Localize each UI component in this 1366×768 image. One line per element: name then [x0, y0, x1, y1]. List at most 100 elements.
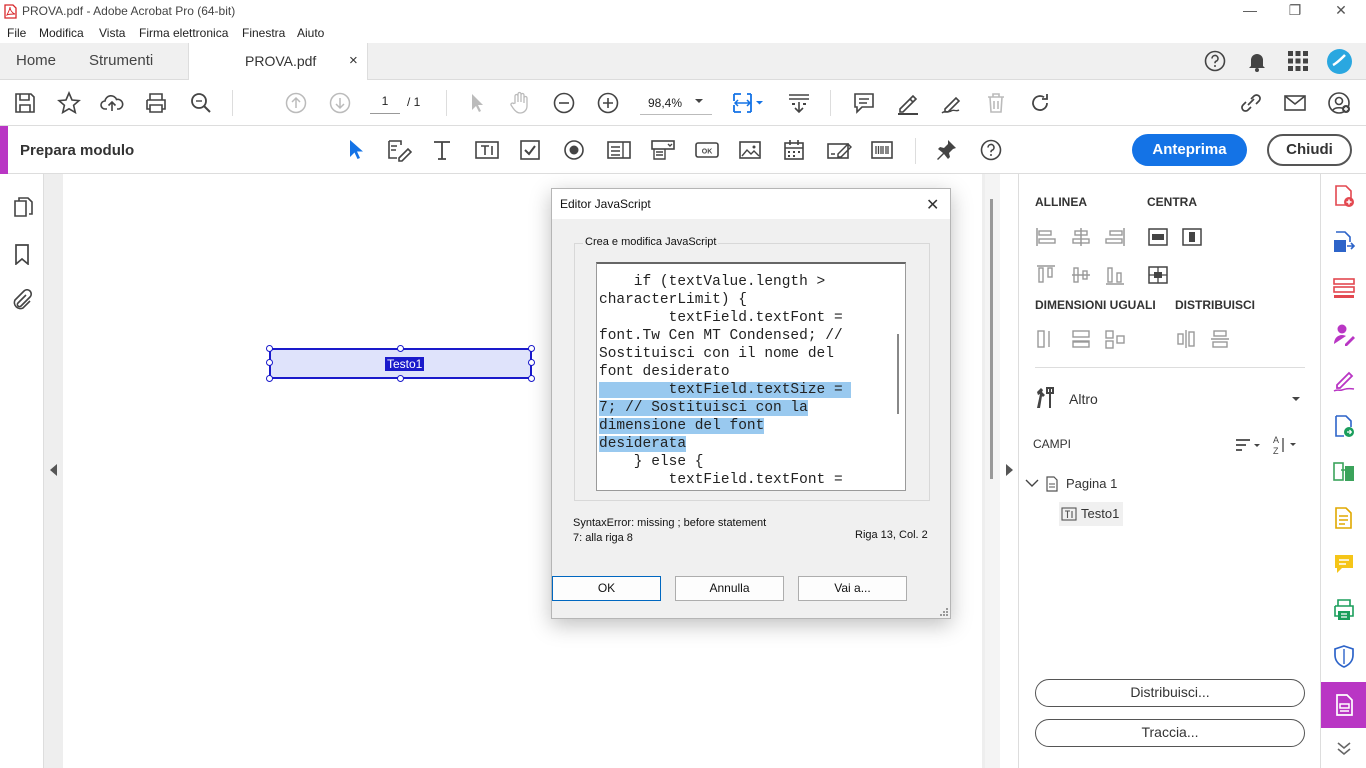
vertical-scrollbar[interactable]	[985, 174, 1000, 768]
center-both-icon[interactable]	[1147, 264, 1169, 286]
match-width-icon[interactable]	[1070, 328, 1092, 350]
menu-view[interactable]: Vista	[99, 26, 125, 40]
comment-icon[interactable]	[852, 91, 876, 115]
ok-button[interactable]: OK	[552, 576, 661, 601]
edit-form-icon[interactable]	[386, 138, 412, 162]
sort-alpha-icon[interactable]: AZ	[1273, 434, 1299, 456]
print-production-icon[interactable]	[1332, 598, 1356, 622]
select-arrow-icon[interactable]	[465, 91, 489, 115]
page-thumbnails-icon[interactable]	[12, 196, 34, 218]
distribute-form-button[interactable]: Distribuisci...	[1035, 679, 1305, 707]
align-center-h-icon[interactable]	[1070, 226, 1092, 248]
dialog-close-icon[interactable]: ✕	[926, 195, 939, 215]
page-number-input[interactable]: 1	[370, 94, 400, 114]
fill-sign-icon[interactable]	[1332, 368, 1356, 392]
cancel-button[interactable]: Annulla	[675, 576, 784, 601]
fit-page-icon[interactable]	[731, 91, 763, 115]
next-page-icon[interactable]	[328, 91, 352, 115]
close-form-button[interactable]: Chiudi	[1267, 134, 1352, 166]
apps-grid-icon[interactable]	[1288, 51, 1308, 71]
match-both-icon[interactable]	[1104, 328, 1126, 350]
save-icon[interactable]	[13, 91, 37, 115]
date-field-icon[interactable]	[782, 138, 806, 162]
scroll-mode-icon[interactable]	[787, 91, 811, 115]
signature-field-icon[interactable]	[826, 138, 852, 162]
form-help-icon[interactable]	[979, 138, 1003, 162]
highlight-pen-icon[interactable]	[896, 91, 920, 115]
share-user-icon[interactable]	[1327, 91, 1351, 115]
compare-files-icon[interactable]	[1332, 460, 1356, 484]
resize-handle[interactable]	[528, 359, 535, 366]
star-icon[interactable]	[57, 91, 81, 115]
zoom-dropdown[interactable]: 98,4%	[640, 93, 712, 115]
request-signature-icon[interactable]	[1332, 322, 1356, 346]
minimize-button[interactable]: —	[1240, 2, 1260, 20]
more-dropdown[interactable]: Altro	[1033, 386, 1305, 412]
resize-handle[interactable]	[266, 359, 273, 366]
resize-grip-icon[interactable]	[939, 607, 949, 617]
expand-right-panel-icon[interactable]	[1005, 464, 1013, 476]
comment-tool-icon[interactable]	[1332, 552, 1356, 576]
collapse-left-icon[interactable]	[50, 464, 58, 476]
match-height-icon[interactable]	[1035, 328, 1057, 350]
selection-arrow-icon[interactable]	[344, 138, 368, 162]
menu-file[interactable]: File	[7, 26, 26, 40]
zoom-in-icon[interactable]	[596, 91, 620, 115]
protect-shield-icon[interactable]	[1332, 644, 1356, 668]
bookmark-icon[interactable]	[12, 243, 32, 265]
zoom-out-icon[interactable]	[552, 91, 576, 115]
menu-help[interactable]: Aiuto	[297, 26, 324, 40]
goto-button[interactable]: Vai a...	[798, 576, 907, 601]
menu-esign[interactable]: Firma elettronica	[139, 26, 228, 40]
tree-page-node[interactable]: Pagina 1	[1025, 474, 1305, 496]
prepare-form-tool[interactable]	[1321, 682, 1366, 728]
create-pdf-icon[interactable]	[1332, 184, 1356, 208]
distribute-vertical-icon[interactable]	[1209, 328, 1231, 350]
link-icon[interactable]	[1238, 91, 1262, 115]
align-middle-icon[interactable]	[1070, 264, 1092, 286]
align-left-icon[interactable]	[1035, 226, 1057, 248]
attachment-icon[interactable]	[11, 289, 33, 311]
code-scrollbar-thumb[interactable]	[897, 334, 899, 414]
tab-document[interactable]: PROVA.pdf ×	[188, 43, 368, 80]
resize-handle[interactable]	[397, 375, 404, 382]
upload-cloud-icon[interactable]	[100, 91, 124, 115]
text-tool-icon[interactable]	[430, 138, 454, 162]
list-box-icon[interactable]	[606, 138, 631, 162]
prev-page-icon[interactable]	[284, 91, 308, 115]
scrollbar-thumb[interactable]	[990, 199, 993, 479]
align-top-icon[interactable]	[1035, 264, 1057, 286]
pin-icon[interactable]	[934, 138, 958, 162]
zoom-search-icon[interactable]	[189, 91, 213, 115]
image-field-icon[interactable]	[738, 138, 762, 162]
resize-handle[interactable]	[528, 375, 535, 382]
resize-handle[interactable]	[266, 375, 273, 382]
track-button[interactable]: Traccia...	[1035, 719, 1305, 747]
align-right-icon[interactable]	[1104, 226, 1126, 248]
more-tools-chevron-icon[interactable]	[1332, 737, 1356, 761]
align-bottom-icon[interactable]	[1104, 264, 1126, 286]
text-field-icon[interactable]	[474, 138, 499, 162]
help-icon[interactable]	[1204, 50, 1226, 72]
radio-button-icon[interactable]	[562, 138, 586, 162]
email-icon[interactable]	[1283, 91, 1307, 115]
barcode-field-icon[interactable]	[870, 138, 894, 162]
center-horizontal-icon[interactable]	[1147, 226, 1169, 248]
button-field-icon[interactable]: OK	[694, 138, 719, 162]
resize-handle[interactable]	[266, 345, 273, 352]
tree-field-node[interactable]: Testo1	[1059, 502, 1123, 526]
menu-window[interactable]: Finestra	[242, 26, 285, 40]
bell-icon[interactable]	[1247, 51, 1267, 72]
redo-icon[interactable]	[1028, 91, 1052, 115]
distribute-horizontal-icon[interactable]	[1175, 328, 1197, 350]
export-pdf-icon[interactable]	[1332, 230, 1356, 254]
menu-edit[interactable]: Modifica	[39, 26, 84, 40]
organize-pages-icon[interactable]	[1332, 276, 1356, 300]
code-editor[interactable]: if (textValue.length > characterLimit) {…	[596, 262, 906, 491]
preview-button[interactable]: Anteprima	[1132, 134, 1247, 166]
tab-close-icon[interactable]: ×	[349, 52, 358, 69]
chevron-down-icon[interactable]	[1025, 478, 1039, 488]
print-icon[interactable]	[144, 91, 168, 115]
center-vertical-icon[interactable]	[1181, 226, 1203, 248]
checkbox-tool-icon[interactable]	[518, 138, 542, 162]
